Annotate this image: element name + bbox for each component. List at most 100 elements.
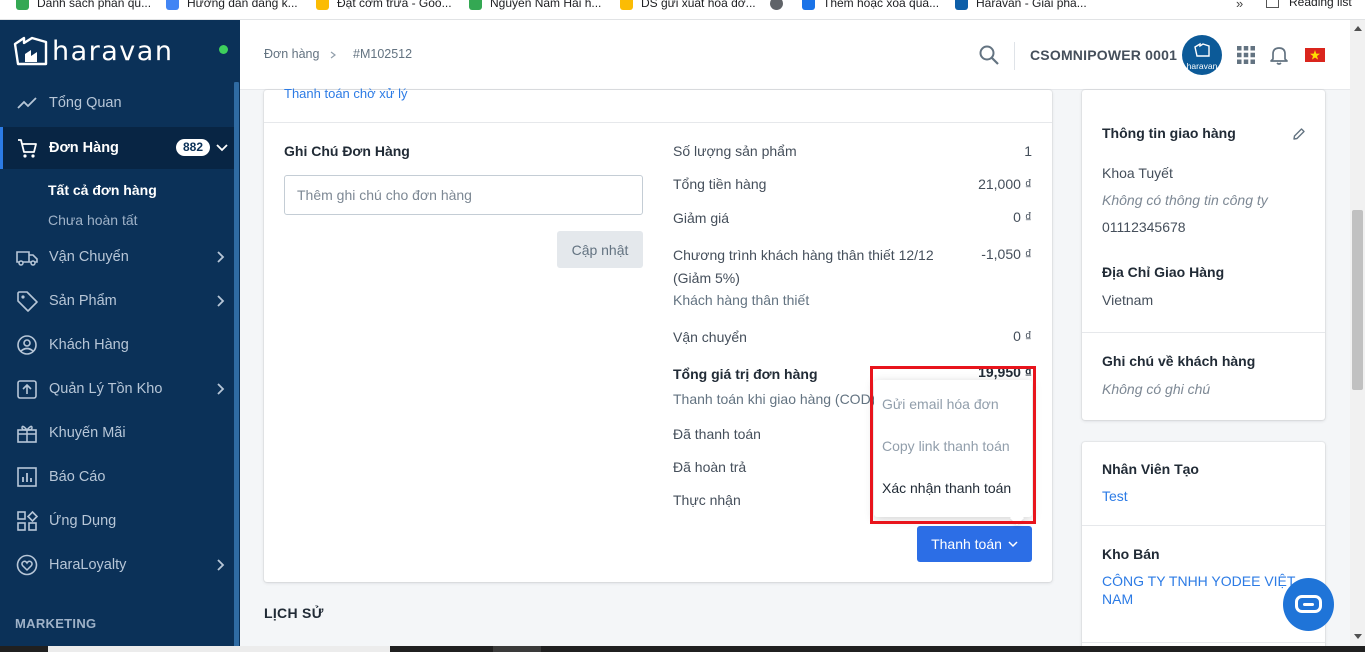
inventory-icon [17,380,37,399]
taskbar-app[interactable] [493,646,541,652]
highlight-box [870,366,1036,524]
sidebar-scrollbar[interactable] [234,82,239,652]
sidebar-scroll-thumb[interactable] [234,82,239,652]
chevron-right-icon [217,295,225,307]
breadcrumb-orders[interactable]: Đơn hàng [264,47,319,61]
tag-icon [17,291,38,312]
shipping-country: Vietnam [1102,292,1154,308]
staff-title: Nhân Viên Tạo [1102,461,1199,477]
drive-icon [316,0,329,10]
bookmarks-more-button[interactable]: » [1236,0,1243,11]
scroll-up-icon[interactable] [1354,26,1362,31]
card-divider [1082,642,1325,643]
bookmark-5[interactable]: DS gửi xuất hóa đơ... [620,0,756,11]
payment-pending-status: Thanh toán chờ xử lý [284,86,408,101]
warehouse-link[interactable]: CÔNG TY TNHH YODEE VIỆT NAM [1102,572,1312,608]
history-section-title: LỊCH SỬ [264,605,324,621]
bookmark-1[interactable]: Danh sách phân qu... [16,0,151,11]
bookmark-2[interactable]: Hướng dẫn đăng k... [166,0,298,11]
customer-name: Khoa Tuyết [1102,165,1173,181]
bookmark-7[interactable]: Thêm hoặc xóa quả... [802,0,939,11]
bookmark-8[interactable]: Haravan - Giải phá... [955,0,1087,11]
bookmarks-bar: Danh sách phân qu... Hướng dẫn đăng k...… [0,0,1365,20]
customer-info-card: Thông tin giao hàng Khoa Tuyết Không có … [1082,90,1325,420]
loyalty-program-percent: (Giảm 5%) [673,270,740,286]
nav-san-pham[interactable]: Sản Phẩm [0,281,234,321]
trending-icon [17,97,37,109]
sub-nav-all-orders[interactable]: Tất cả đơn hàng [48,182,157,198]
online-status-dot [219,45,228,54]
nav-van-chuyen[interactable]: Vận Chuyển [0,237,234,277]
staff-link[interactable]: Test [1102,487,1312,505]
chevron-down-icon [1008,541,1018,548]
sub-nav-incomplete-orders[interactable]: Chưa hoàn tất [48,212,138,228]
chat-icon [1295,595,1322,613]
paid-label: Đã thanh toán [673,426,761,442]
apps-icon [17,510,38,531]
store-name[interactable]: CSOMNIPOWER 0001 [1030,47,1177,63]
sheets-icon [469,0,482,10]
top-bar: Đơn hàng #M102512 CSOMNIPOWER 0001 harav… [240,20,1350,90]
order-note-title: Ghi Chú Đơn Hàng [284,143,410,159]
card-divider [1082,332,1325,333]
topbar-divider [1014,42,1015,70]
chat-button[interactable] [1283,578,1334,631]
chevron-right-icon [217,383,225,395]
chevron-right-icon [217,251,225,263]
page-scrollbar[interactable] [1350,20,1365,652]
haravan-logo[interactable]: haravan [12,34,173,68]
scroll-down-icon[interactable] [1354,634,1362,639]
shipping-address-title: Địa Chỉ Giao Hàng [1102,264,1225,280]
gift-icon [17,425,37,443]
taskbar [0,646,1365,652]
bookmark-3[interactable]: Đặt cơm trưa - Goo... [316,0,452,11]
discount-label: Giảm giá [673,210,730,226]
net-received-label: Thực nhận [673,492,741,508]
quantity-value: 1 [1024,143,1032,159]
haravan-icon [955,0,968,10]
apps-grid-icon[interactable] [1237,46,1255,64]
bell-icon[interactable] [1270,45,1288,65]
truck-icon [16,251,38,266]
search-icon[interactable] [978,44,1000,66]
card-divider [1082,525,1325,526]
avatar[interactable]: haravan [1182,35,1222,75]
bookmark-6[interactable] [770,0,791,11]
pencil-icon[interactable] [1292,127,1306,141]
reading-list-button[interactable]: Reading list [1266,0,1352,9]
quantity-label: Số lượng sản phẩm [673,143,797,159]
nav-khuyen-mai[interactable]: Khuyến Mãi [0,413,234,453]
reading-list-icon [1266,0,1279,8]
subtotal-value: 21,000 ₫ [978,176,1032,192]
cart-icon [18,139,37,158]
order-note-input[interactable] [284,175,643,215]
taskbar-search[interactable] [48,646,390,652]
nav-khach-hang[interactable]: Khách Hàng [0,325,234,365]
update-note-button[interactable]: Cập nhật [557,231,643,268]
loyalty-customer-tier: Khách hàng thân thiết [673,292,810,308]
page-scroll-thumb[interactable] [1352,210,1363,390]
report-icon [17,467,37,487]
nav-tong-quan[interactable]: Tổng Quan [0,83,234,123]
nav-bao-cao[interactable]: Báo Cáo [0,457,234,497]
drive-icon [620,0,633,10]
heart-icon [16,554,38,576]
payment-button[interactable]: Thanh toán [917,526,1032,562]
section-title-marketing: MARKETING [15,616,97,631]
breadcrumb-order-id: #M102512 [353,47,413,61]
nav-ung-dung[interactable]: Ứng Dụng [0,501,234,541]
haravan-logo-icon [13,36,48,66]
customer-phone: 01112345678 [1102,219,1186,235]
brand-name: haravan [52,35,174,67]
nav-quan-ly-ton-kho[interactable]: Quản Lý Tồn Kho [0,369,234,409]
nav-don-hang[interactable]: Đơn Hàng 882 [0,127,234,169]
customer-note-title: Ghi chú về khách hàng [1102,353,1256,369]
globe-icon [770,0,783,10]
discount-value: 0 ₫ [1013,209,1032,225]
nav-haraloyalty[interactable]: HaraLoyalty [0,545,234,585]
order-count-badge: 882 [176,139,211,156]
bookmark-4[interactable]: Nguyễn Nam Hải h... [469,0,601,11]
chevron-right-icon [217,559,225,571]
shipping-label: Vận chuyển [673,329,747,345]
vietnam-flag-icon[interactable] [1305,48,1325,62]
